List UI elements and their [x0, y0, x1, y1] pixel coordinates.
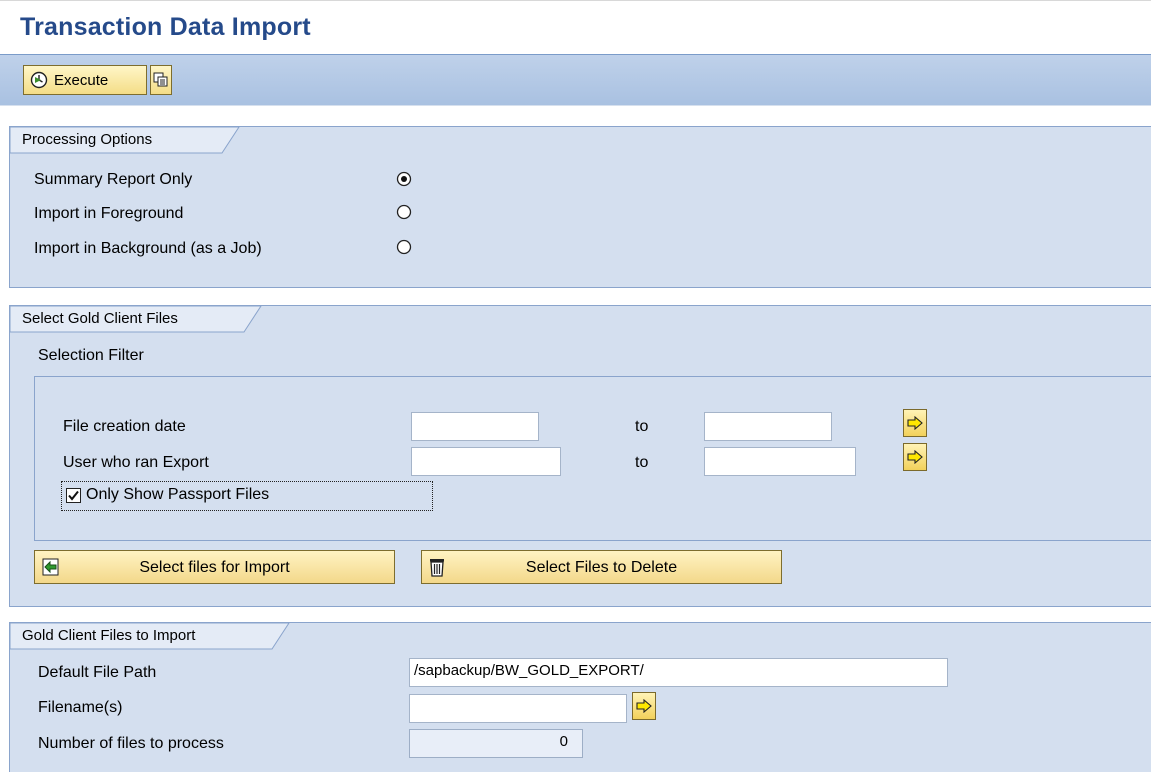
arrow-right-icon [636, 699, 652, 713]
selection-filter-title: Selection Filter [38, 347, 144, 364]
variant-button[interactable] [150, 65, 172, 95]
user-who-ran-export-from-input[interactable] [411, 447, 561, 476]
execute-label: Execute [54, 71, 109, 89]
radio-import-foreground[interactable] [396, 204, 412, 220]
only-show-passport-files-checkbox[interactable]: Only Show Passport Files [61, 481, 433, 511]
filenames-label: Filename(s) [38, 699, 123, 716]
option-label-background: Import in Background (as a Job) [34, 240, 262, 257]
number-of-files-output: 0 [409, 729, 583, 758]
checkmark-icon [68, 490, 79, 501]
arrow-right-icon [907, 416, 923, 430]
files-to-import-group: Gold Client Files to Import Default File… [9, 622, 1151, 772]
arrow-right-icon [907, 450, 923, 464]
select-files-group: Select Gold Client Files Selection Filte… [9, 305, 1151, 607]
group-tab: Gold Client Files to Import [10, 623, 290, 650]
option-label-foreground: Import in Foreground [34, 205, 184, 222]
copy-icon [153, 72, 168, 87]
processing-options-group: Processing Options Summary Report Only I… [9, 126, 1151, 288]
select-files-for-import-button[interactable]: Select files for Import [34, 550, 395, 584]
multiple-selection-button[interactable] [903, 409, 927, 437]
filenames-input[interactable] [409, 694, 627, 723]
group-title: Select Gold Client Files [22, 310, 178, 327]
to-label: to [635, 454, 649, 471]
to-label: to [635, 418, 649, 435]
radio-import-background[interactable] [396, 239, 412, 255]
application-toolbar: Execute [0, 54, 1151, 106]
execute-button[interactable]: Execute [23, 65, 147, 95]
selection-filter-box: File creation date to User who ran Expor… [34, 376, 1151, 541]
filename-search-button[interactable] [632, 692, 656, 720]
checkbox-label: Only Show Passport Files [86, 486, 270, 503]
default-file-path-label: Default File Path [38, 664, 157, 681]
group-tab: Processing Options [10, 127, 240, 154]
file-creation-date-to-input[interactable] [704, 412, 832, 441]
clock-execute-icon [30, 71, 48, 89]
page-title: Transaction Data Import [20, 13, 311, 41]
delete-button-label: Select Files to Delete [525, 559, 678, 576]
group-title: Gold Client Files to Import [22, 627, 196, 644]
checkbox[interactable] [66, 488, 81, 503]
select-files-to-delete-button[interactable]: Select Files to Delete [421, 550, 782, 584]
user-who-ran-export-label: User who ran Export [63, 454, 209, 471]
file-creation-date-label: File creation date [63, 418, 186, 435]
import-button-label: Select files for Import [139, 559, 290, 576]
default-file-path-input[interactable]: /sapbackup/BW_GOLD_EXPORT/ [409, 658, 948, 687]
user-who-ran-export-to-input[interactable] [704, 447, 856, 476]
file-creation-date-from-input[interactable] [411, 412, 539, 441]
radio-summary-report[interactable] [396, 171, 412, 187]
top-border [0, 0, 1151, 7]
group-title: Processing Options [22, 131, 153, 148]
multiple-selection-button[interactable] [903, 443, 927, 471]
number-of-files-label: Number of files to process [38, 735, 224, 752]
option-label-summary: Summary Report Only [34, 171, 193, 188]
group-tab: Select Gold Client Files [10, 306, 262, 333]
